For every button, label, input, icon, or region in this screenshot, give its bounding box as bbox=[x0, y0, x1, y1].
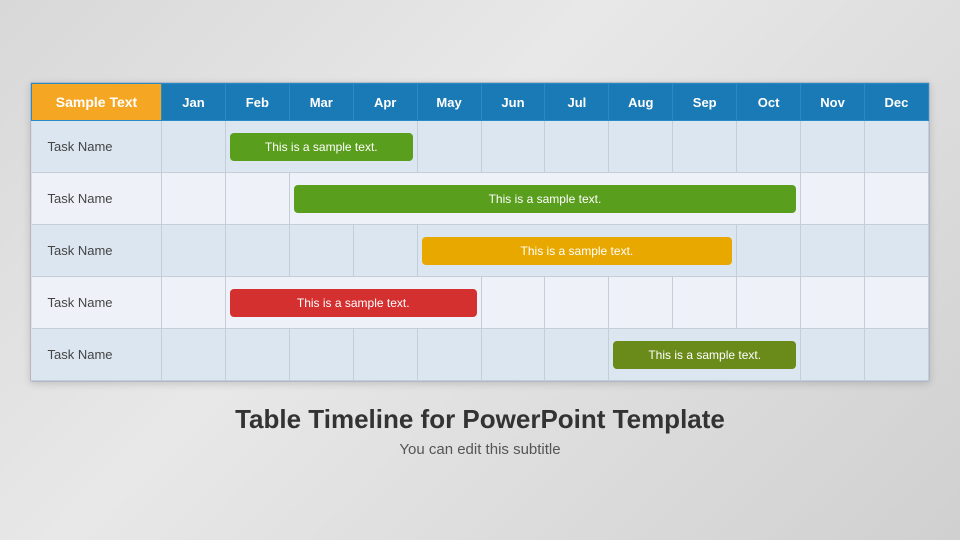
header-aug: Aug bbox=[609, 84, 673, 121]
header-sep: Sep bbox=[673, 84, 737, 121]
cell bbox=[162, 121, 226, 173]
cell bbox=[801, 173, 865, 225]
cell bbox=[481, 329, 545, 381]
table-row: Task Name This is a sample text. bbox=[32, 329, 929, 381]
header-row: Sample Text Jan Feb Mar Apr May Jun Jul … bbox=[32, 84, 929, 121]
cell bbox=[289, 225, 353, 277]
header-apr: Apr bbox=[353, 84, 417, 121]
cell bbox=[609, 277, 673, 329]
cell: This is a sample text. bbox=[225, 277, 481, 329]
cell bbox=[864, 329, 928, 381]
header-mar: Mar bbox=[289, 84, 353, 121]
cell bbox=[864, 173, 928, 225]
cell bbox=[481, 121, 545, 173]
header-sample-text: Sample Text bbox=[32, 84, 162, 121]
header-jul: Jul bbox=[545, 84, 609, 121]
cell: This is a sample text. bbox=[289, 173, 800, 225]
gantt-bar: This is a sample text. bbox=[294, 185, 796, 213]
cell bbox=[737, 225, 801, 277]
cell bbox=[353, 225, 417, 277]
cell bbox=[609, 121, 673, 173]
cell bbox=[225, 225, 289, 277]
task-label: Task Name bbox=[32, 121, 162, 173]
cell bbox=[801, 225, 865, 277]
cell: This is a sample text. bbox=[225, 121, 417, 173]
cell bbox=[864, 277, 928, 329]
header-oct: Oct bbox=[737, 84, 801, 121]
table-row: Task Name This is a sample text. bbox=[32, 225, 929, 277]
cell bbox=[545, 277, 609, 329]
cell bbox=[545, 121, 609, 173]
cell: This is a sample text. bbox=[609, 329, 801, 381]
footer-title: Table Timeline for PowerPoint Template bbox=[235, 404, 725, 435]
table-row: Task Name This is a sample text. bbox=[32, 121, 929, 173]
cell bbox=[162, 225, 226, 277]
cell bbox=[481, 277, 545, 329]
header-feb: Feb bbox=[225, 84, 289, 121]
cell bbox=[289, 329, 353, 381]
cell bbox=[162, 173, 226, 225]
gantt-table: Sample Text Jan Feb Mar Apr May Jun Jul … bbox=[31, 83, 929, 381]
header-nov: Nov bbox=[801, 84, 865, 121]
gantt-bar: This is a sample text. bbox=[230, 289, 477, 317]
cell bbox=[801, 329, 865, 381]
cell bbox=[225, 329, 289, 381]
cell bbox=[737, 277, 801, 329]
cell bbox=[673, 277, 737, 329]
task-label: Task Name bbox=[32, 329, 162, 381]
header-jun: Jun bbox=[481, 84, 545, 121]
cell bbox=[162, 277, 226, 329]
cell bbox=[801, 121, 865, 173]
cell bbox=[864, 225, 928, 277]
gantt-bar: This is a sample text. bbox=[613, 341, 796, 369]
cell bbox=[737, 121, 801, 173]
gantt-bar: This is a sample text. bbox=[422, 237, 733, 265]
footer-subtitle: You can edit this subtitle bbox=[399, 441, 560, 458]
header-dec: Dec bbox=[864, 84, 928, 121]
cell bbox=[801, 277, 865, 329]
header-may: May bbox=[417, 84, 481, 121]
cell bbox=[545, 329, 609, 381]
task-label: Task Name bbox=[32, 225, 162, 277]
cell bbox=[225, 173, 289, 225]
cell bbox=[417, 329, 481, 381]
gantt-table-wrapper: Sample Text Jan Feb Mar Apr May Jun Jul … bbox=[30, 82, 930, 382]
cell bbox=[162, 329, 226, 381]
cell bbox=[673, 121, 737, 173]
cell bbox=[353, 329, 417, 381]
gantt-bar: This is a sample text. bbox=[230, 133, 413, 161]
task-label: Task Name bbox=[32, 277, 162, 329]
cell: This is a sample text. bbox=[417, 225, 737, 277]
table-row: Task Name This is a sample text. bbox=[32, 173, 929, 225]
cell bbox=[864, 121, 928, 173]
main-container: Sample Text Jan Feb Mar Apr May Jun Jul … bbox=[30, 82, 930, 458]
table-row: Task Name This is a sample text. bbox=[32, 277, 929, 329]
header-jan: Jan bbox=[162, 84, 226, 121]
cell bbox=[417, 121, 481, 173]
task-label: Task Name bbox=[32, 173, 162, 225]
